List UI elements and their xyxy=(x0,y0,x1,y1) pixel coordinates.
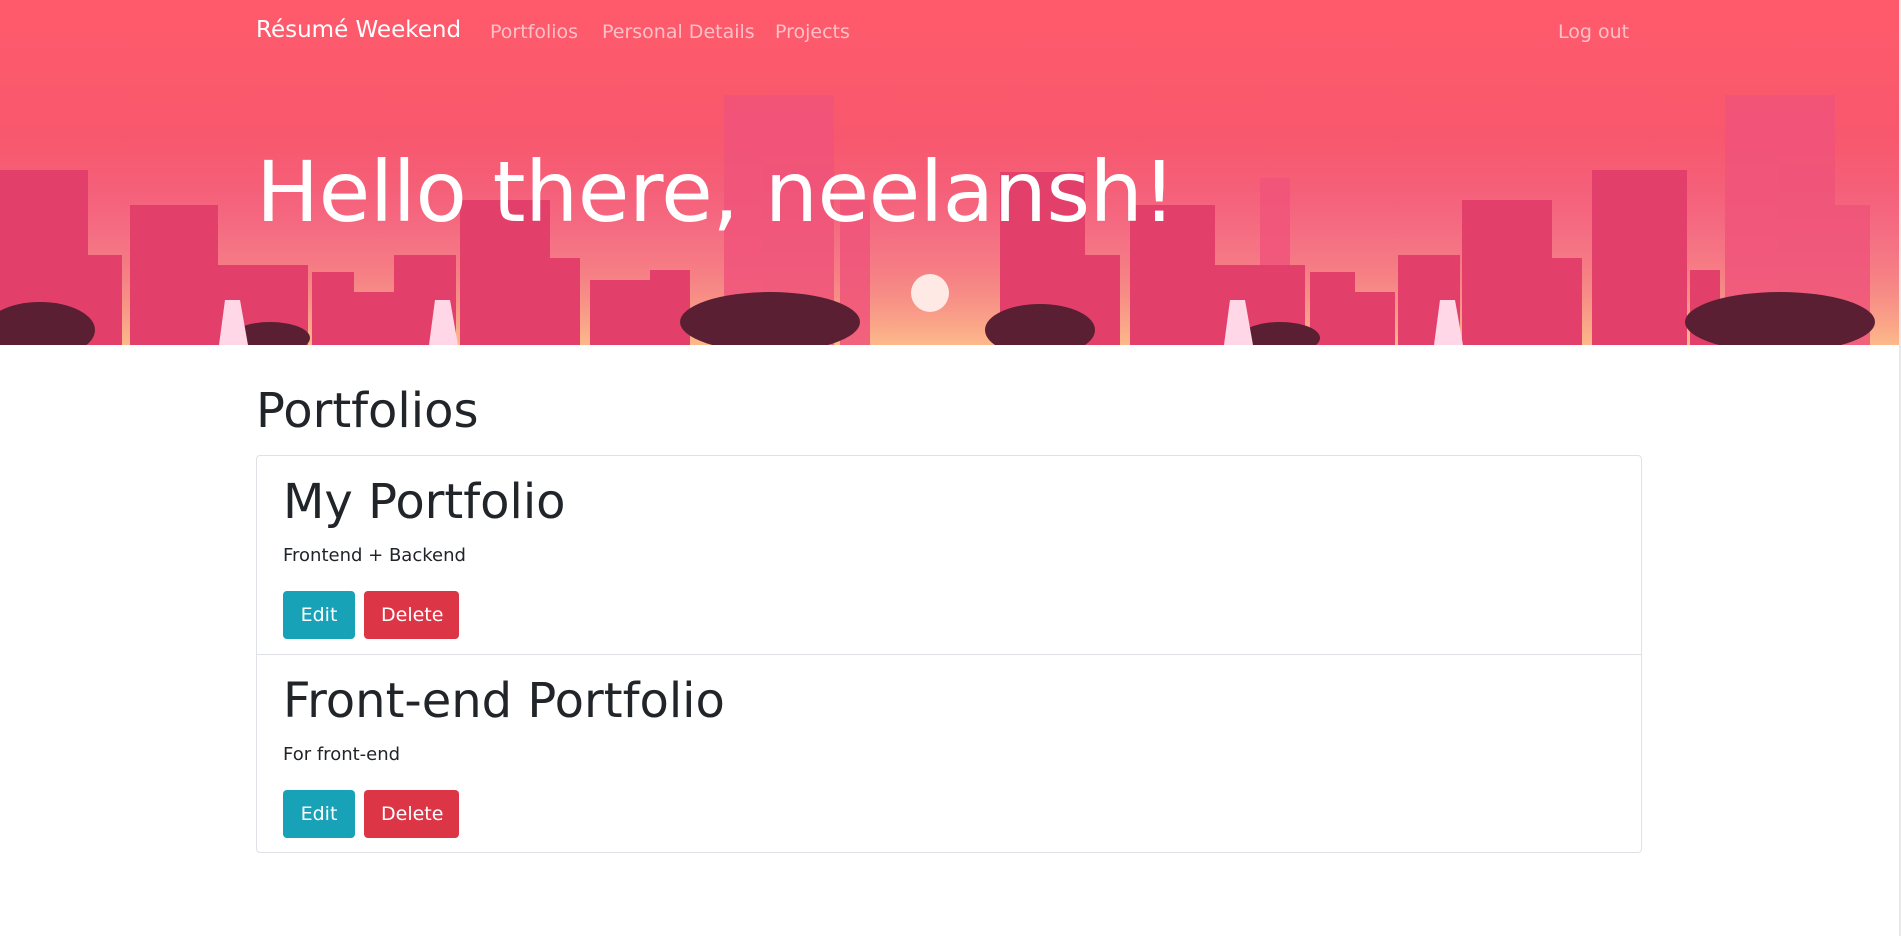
nav-link-portfolios[interactable]: Portfolios xyxy=(490,21,578,43)
nav-link-projects[interactable]: Projects xyxy=(775,21,850,43)
delete-button[interactable]: Delete xyxy=(364,790,459,838)
nav-link-personal-details[interactable]: Personal Details xyxy=(602,21,755,43)
list-item: My Portfolio Frontend + Backend Edit Del… xyxy=(257,456,1641,654)
edit-button[interactable]: Edit xyxy=(283,591,355,639)
hero-banner: Résumé Weekend Portfolios Personal Detai… xyxy=(0,0,1901,345)
list-item: Front-end Portfolio For front-end Edit D… xyxy=(257,654,1641,852)
portfolio-title: Front-end Portfolio xyxy=(283,673,725,729)
hero-greeting: Hello there, neelansh! xyxy=(256,143,1176,241)
portfolio-title: My Portfolio xyxy=(283,474,566,530)
portfolio-description: Frontend + Backend xyxy=(283,545,466,566)
portfolio-list: My Portfolio Frontend + Backend Edit Del… xyxy=(256,455,1642,853)
page-title: Portfolios xyxy=(256,383,479,439)
top-navbar: Résumé Weekend Portfolios Personal Detai… xyxy=(256,0,1642,64)
brand-link[interactable]: Résumé Weekend xyxy=(256,17,461,43)
logout-link[interactable]: Log out xyxy=(1558,21,1629,43)
portfolio-description: For front-end xyxy=(283,744,401,765)
edit-button[interactable]: Edit xyxy=(283,790,355,838)
delete-button[interactable]: Delete xyxy=(364,591,459,639)
